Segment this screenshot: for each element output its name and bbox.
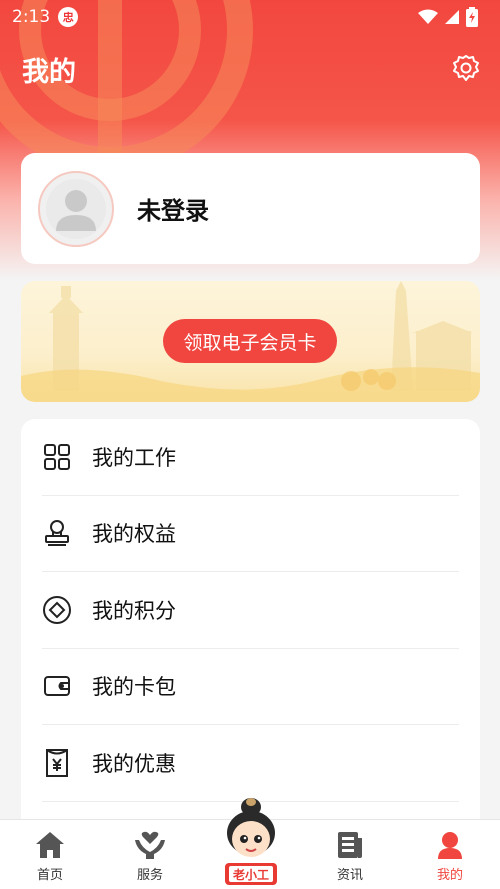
mascot-icon[interactable]: 老小工 <box>220 795 282 889</box>
profile-card[interactable]: 未登录 <box>21 153 480 264</box>
tab-home[interactable]: 首页 <box>0 820 100 889</box>
menu-item-my-work[interactable]: 我的工作 <box>42 419 459 496</box>
menu-item-my-points[interactable]: 我的积分 <box>42 572 459 649</box>
claim-member-card-button[interactable]: 领取电子会员卡 <box>163 319 337 363</box>
menu-item-label: 我的工作 <box>92 445 176 470</box>
menu-item-my-wallet[interactable]: 我的卡包 <box>42 649 459 725</box>
status-bar: 2:13 忠 <box>0 0 500 34</box>
tab-services[interactable]: 服务 <box>100 820 200 889</box>
yen-coupon-icon <box>42 748 72 778</box>
menu-item-my-coupons[interactable]: 我的优惠 <box>42 725 459 802</box>
stamp-icon <box>42 518 72 548</box>
wifi-icon <box>418 9 438 24</box>
menu-item-label: 我的权益 <box>92 522 176 547</box>
tab-label: 我的 <box>436 868 463 883</box>
tab-label: 资讯 <box>336 868 363 883</box>
home-icon <box>36 832 64 858</box>
user-icon <box>438 832 462 859</box>
menu-item-my-rights[interactable]: 我的权益 <box>42 496 459 572</box>
diamond-coin-icon <box>42 595 72 625</box>
menu-item-label: 我的优惠 <box>92 751 176 776</box>
status-time: 2:13 <box>12 7 51 27</box>
default-avatar-icon <box>46 178 106 239</box>
grid-icon <box>42 442 72 472</box>
app-notification-badge: 忠 <box>58 7 79 27</box>
tab-label: 首页 <box>36 868 63 883</box>
mascot-label: 老小工 <box>233 867 269 882</box>
cellular-signal-icon <box>445 10 459 24</box>
heart-hands-icon <box>135 831 165 859</box>
tab-label: 服务 <box>136 868 163 883</box>
menu-item-label: 我的卡包 <box>92 675 176 700</box>
login-status-text[interactable]: 未登录 <box>137 191 209 226</box>
avatar[interactable] <box>38 170 114 247</box>
menu-list: 我的工作 我的权益 我的积分 我的卡包 我的优惠 <box>21 419 480 839</box>
wallet-icon <box>42 671 72 701</box>
settings-button[interactable] <box>450 52 482 84</box>
menu-item-label: 我的积分 <box>92 598 176 623</box>
news-icon <box>338 832 362 858</box>
tab-mine[interactable]: 我的 <box>400 820 500 889</box>
tab-news[interactable]: 资讯 <box>300 820 400 889</box>
page-title: 我的 <box>22 57 76 88</box>
battery-icon <box>466 7 478 27</box>
member-card-banner[interactable]: 领取电子会员卡 <box>21 281 480 402</box>
gear-icon <box>453 55 479 81</box>
status-icons <box>418 7 478 27</box>
